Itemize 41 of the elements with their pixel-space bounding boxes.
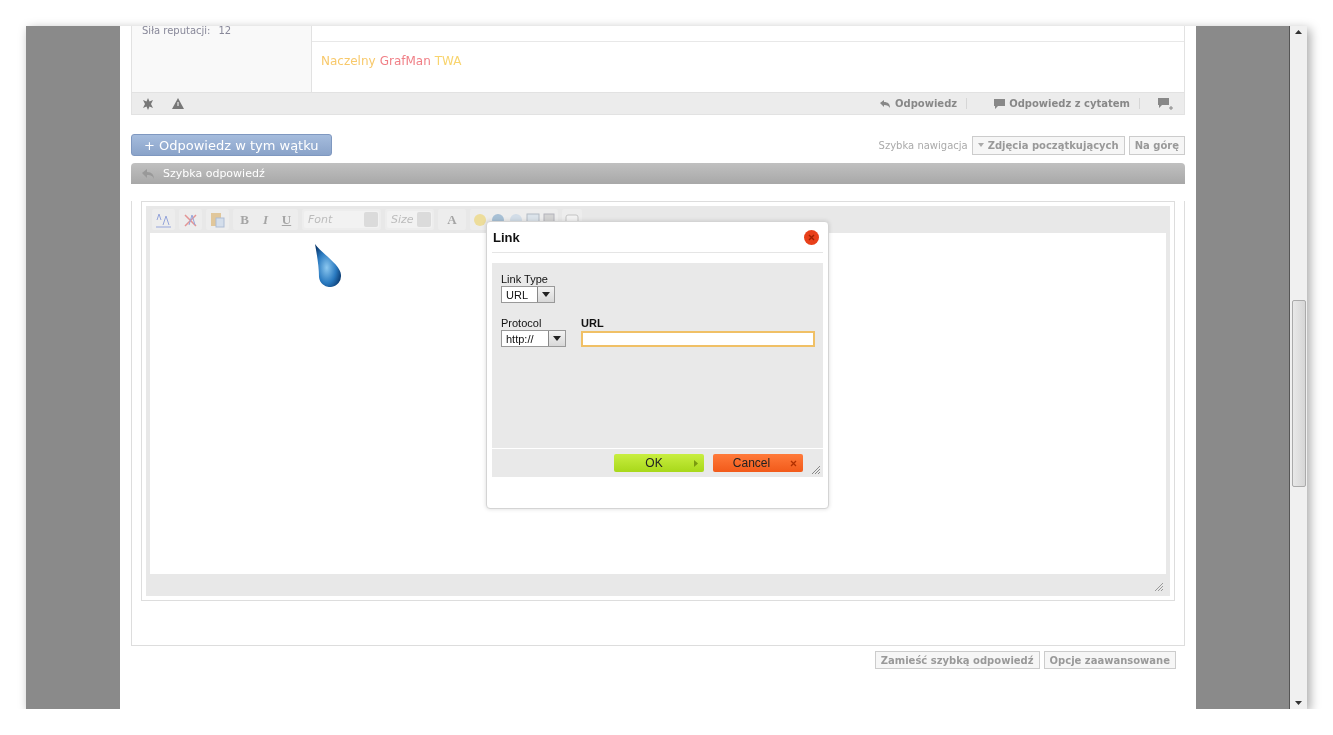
- dropdown-arrow-icon: [542, 292, 550, 297]
- reply-thread-button[interactable]: + Odpowiedz w tym wątku: [131, 134, 332, 156]
- field-label: URL: [581, 317, 605, 329]
- signature-text: Naczelny: [321, 54, 376, 68]
- post-reply-button[interactable]: Zamieść szybką odpowiedź: [874, 651, 1040, 669]
- reply-icon: [141, 167, 155, 180]
- resize-grip-icon[interactable]: [811, 465, 821, 475]
- caret-icon: [977, 143, 984, 147]
- url-input[interactable]: [581, 331, 815, 347]
- reply-icon: [879, 98, 891, 109]
- top-button[interactable]: Na górę: [1128, 135, 1185, 155]
- cancel-button[interactable]: Cancel: [713, 454, 803, 472]
- warning-icon[interactable]: [172, 98, 184, 109]
- section-title: Szybka odpowiedź: [163, 167, 265, 180]
- advanced-options-button[interactable]: Opcje zaawansowane: [1043, 651, 1176, 669]
- signature-text: TWA: [434, 54, 462, 68]
- close-icon[interactable]: [804, 229, 819, 245]
- speech-bubble-icon: [994, 98, 1006, 109]
- signature-text: GrafMan: [379, 54, 431, 68]
- star-icon[interactable]: [142, 97, 154, 110]
- field-label: Protocol: [501, 317, 543, 329]
- link-type-select[interactable]: URL: [501, 286, 555, 303]
- reply-link[interactable]: Odpowiedz: [870, 98, 968, 109]
- scrollbar-thumb[interactable]: [1292, 300, 1306, 487]
- dialog-title: Link: [493, 229, 520, 245]
- scroll-up-icon[interactable]: [1295, 30, 1302, 34]
- field-label: Link Type: [501, 273, 549, 285]
- close-icon: [790, 459, 797, 467]
- reputation-label: Siła reputacji:: [142, 26, 211, 36]
- scroll-down-icon[interactable]: [1295, 701, 1302, 705]
- dropdown-arrow-icon: [553, 336, 561, 341]
- quote-reply-link[interactable]: Odpowiedz z cytatem: [985, 98, 1140, 109]
- scrollbar[interactable]: [1290, 26, 1307, 709]
- forum-jump-button[interactable]: Zdjęcia początkujących: [971, 135, 1125, 155]
- arrow-icon: [694, 459, 698, 467]
- multi-quote-icon[interactable]: [1158, 97, 1174, 110]
- ok-button[interactable]: OK: [614, 454, 704, 472]
- reputation-value: 12: [218, 26, 232, 36]
- quick-nav-label: Szybka nawigacja: [878, 139, 968, 151]
- resize-grip-icon[interactable]: [1154, 582, 1164, 592]
- protocol-select[interactable]: http://: [501, 330, 566, 347]
